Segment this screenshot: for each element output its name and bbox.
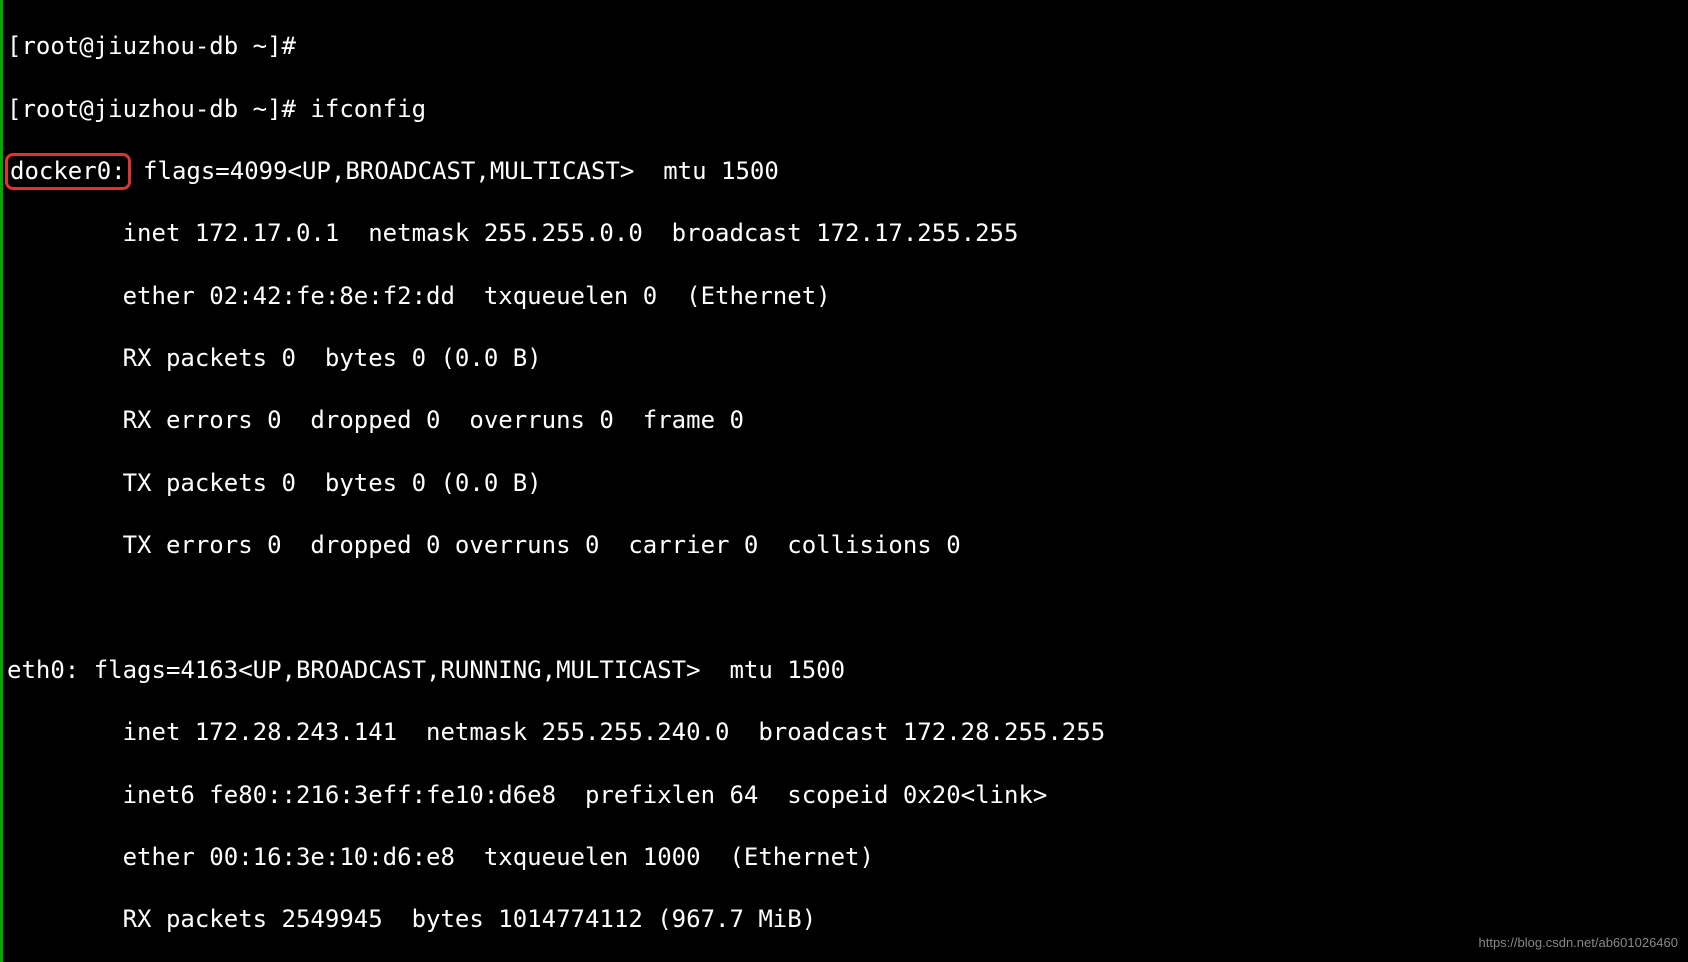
watermark: https://blog.csdn.net/ab601026460	[1479, 935, 1679, 952]
docker0-inet: inet 172.17.0.1 netmask 255.255.0.0 broa…	[7, 218, 1688, 249]
prompt-line-prev: [root@jiuzhou-db ~]#	[7, 31, 1688, 62]
eth0-inet6: inet6 fe80::216:3eff:fe10:d6e8 prefixlen…	[7, 780, 1688, 811]
terminal-output[interactable]: [root@jiuzhou-db ~]# [root@jiuzhou-db ~]…	[0, 0, 1688, 962]
docker0-ether: ether 02:42:fe:8e:f2:dd txqueuelen 0 (Et…	[7, 281, 1688, 312]
docker0-tx-packets: TX packets 0 bytes 0 (0.0 B)	[7, 468, 1688, 499]
docker0-rx-packets: RX packets 0 bytes 0 (0.0 B)	[7, 343, 1688, 374]
docker0-rx-errors: RX errors 0 dropped 0 overruns 0 frame 0	[7, 405, 1688, 436]
docker0-tx-errors: TX errors 0 dropped 0 overruns 0 carrier…	[7, 530, 1688, 561]
blank-1	[7, 593, 1688, 624]
eth0-ether: ether 00:16:3e:10:d6:e8 txqueuelen 1000 …	[7, 842, 1688, 873]
eth0-inet: inet 172.28.243.141 netmask 255.255.240.…	[7, 717, 1688, 748]
eth0-rx-packets: RX packets 2549945 bytes 1014774112 (967…	[7, 904, 1688, 935]
docker0-header-line: docker0: flags=4099<UP,BROADCAST,MULTICA…	[7, 156, 1688, 187]
eth0-header: eth0: flags=4163<UP,BROADCAST,RUNNING,MU…	[7, 655, 1688, 686]
prompt-line-command: [root@jiuzhou-db ~]# ifconfig	[7, 94, 1688, 125]
docker0-highlight: docker0:	[5, 153, 131, 190]
docker0-flags: flags=4099<UP,BROADCAST,MULTICAST> mtu 1…	[129, 157, 779, 185]
